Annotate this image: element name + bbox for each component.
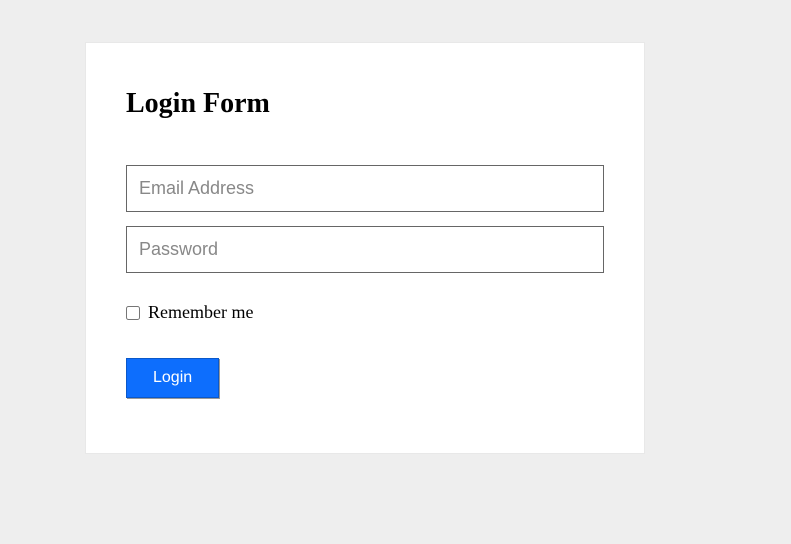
- remember-checkbox[interactable]: [126, 306, 140, 320]
- remember-label: Remember me: [148, 302, 253, 323]
- login-button[interactable]: Login: [126, 358, 219, 398]
- email-field[interactable]: [126, 165, 604, 212]
- login-card: Login Form Remember me Login: [85, 42, 645, 454]
- password-field[interactable]: [126, 226, 604, 273]
- remember-row: Remember me: [126, 302, 604, 323]
- form-title: Login Form: [126, 88, 604, 120]
